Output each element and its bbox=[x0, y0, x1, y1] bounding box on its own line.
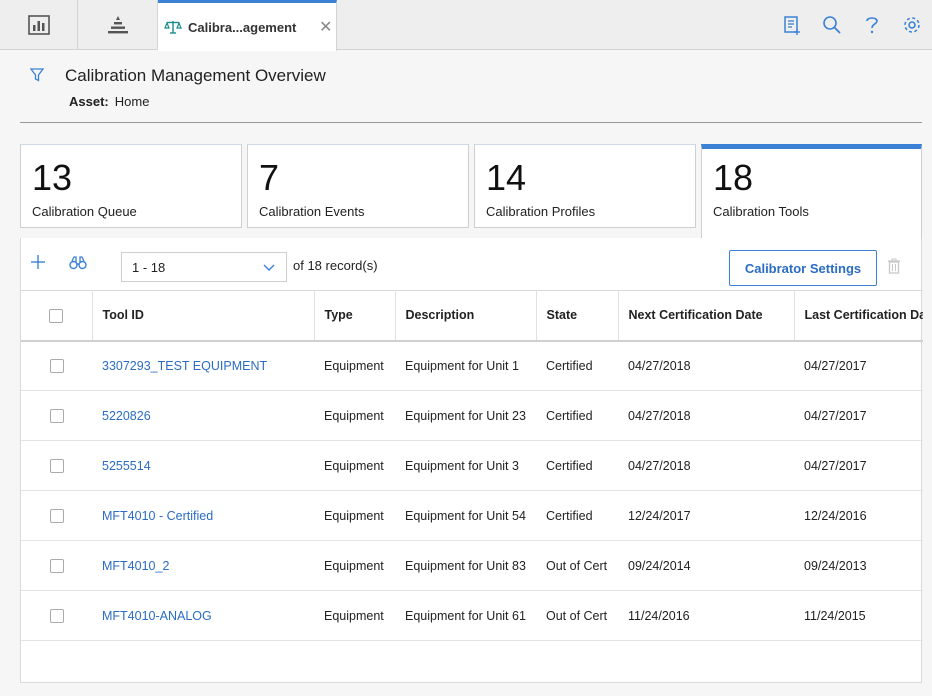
dashboard-tab[interactable] bbox=[0, 0, 78, 50]
state-cell: Out of Cert bbox=[536, 590, 618, 641]
state-cell: Certified bbox=[536, 390, 618, 441]
tool-id-link[interactable]: MFT4010_2 bbox=[102, 559, 169, 573]
col-last-cert-date[interactable]: Last Certification Da bbox=[794, 290, 923, 342]
col-next-cert-date[interactable]: Next Certification Date bbox=[618, 290, 795, 342]
gear-icon[interactable] bbox=[902, 15, 922, 35]
type-cell: Equipment bbox=[314, 590, 395, 641]
asset-value[interactable]: Home bbox=[115, 94, 150, 109]
state-cell: Certified bbox=[536, 490, 618, 541]
description-cell: Equipment for Unit 61 bbox=[395, 590, 536, 641]
calibration-tools-table: Tool ID Type Description State Next Cert… bbox=[21, 290, 923, 658]
select-all-cell bbox=[21, 290, 93, 342]
scale-icon bbox=[164, 21, 182, 34]
next-cert-cell: 04/27/2018 bbox=[618, 340, 794, 391]
description-cell: Equipment for Unit 3 bbox=[395, 440, 536, 491]
card-label: Calibration Queue bbox=[32, 204, 137, 219]
table-row: 5220826 Equipment Equipment for Unit 23 … bbox=[21, 390, 923, 441]
table-row: 5255514 Equipment Equipment for Unit 3 C… bbox=[21, 440, 923, 491]
col-description[interactable]: Description bbox=[395, 290, 537, 342]
card-calibration-profiles[interactable]: 14 Calibration Profiles bbox=[474, 144, 696, 228]
card-calibration-events[interactable]: 7 Calibration Events bbox=[247, 144, 469, 228]
asset-hierarchy-tab[interactable] bbox=[78, 0, 158, 50]
table-header-row: Tool ID Type Description State Next Cert… bbox=[21, 290, 923, 342]
last-cert-cell: 04/27/2017 bbox=[794, 440, 923, 491]
card-count: 18 bbox=[713, 157, 754, 198]
page-title: Calibration Management Overview bbox=[65, 66, 326, 85]
table-row: MFT4010 - Certified Equipment Equipment … bbox=[21, 490, 923, 541]
page-header: Calibration Management Overview Asset: Ho… bbox=[20, 60, 922, 123]
table-row: 3307293_TEST EQUIPMENT Equipment Equipme… bbox=[21, 340, 923, 391]
description-cell: Equipment for Unit 23 bbox=[395, 390, 536, 441]
col-tool-id[interactable]: Tool ID bbox=[92, 290, 315, 342]
card-calibration-queue[interactable]: 13 Calibration Queue bbox=[20, 144, 242, 228]
filter-icon[interactable] bbox=[30, 68, 44, 82]
state-cell: Certified bbox=[536, 440, 618, 491]
description-cell: Equipment for Unit 1 bbox=[395, 340, 536, 391]
type-cell: Equipment bbox=[314, 440, 395, 491]
close-icon[interactable]: ✕ bbox=[319, 17, 332, 37]
table-row: MFT4010-ANALOG Equipment Equipment for U… bbox=[21, 590, 923, 641]
state-cell: Out of Cert bbox=[536, 540, 618, 591]
grid-viewport: Tool ID Type Description State Next Cert… bbox=[21, 238, 923, 658]
dashboard-icon bbox=[27, 15, 50, 35]
type-cell: Equipment bbox=[314, 540, 395, 591]
card-label: Calibration Tools bbox=[713, 204, 809, 219]
row-checkbox[interactable] bbox=[49, 608, 64, 623]
tool-id-link[interactable]: 3307293_TEST EQUIPMENT bbox=[102, 359, 267, 373]
tool-id-link[interactable]: 5220826 bbox=[102, 409, 151, 423]
card-label: Calibration Profiles bbox=[486, 204, 596, 219]
asset-label: Asset: bbox=[69, 94, 109, 109]
table-row: MFT4010_2 Equipment Equipment for Unit 8… bbox=[21, 540, 923, 591]
card-label: Calibration Events bbox=[259, 204, 365, 219]
top-tab-bar: Calibra...agement ✕ bbox=[0, 0, 932, 51]
next-cert-cell: 11/24/2016 bbox=[618, 590, 794, 641]
calibration-tools-panel: 1 - 18 of 18 record(s) Calibrator Settin… bbox=[20, 238, 923, 683]
type-cell: Equipment bbox=[314, 390, 395, 441]
last-cert-cell: 09/24/2013 bbox=[794, 540, 923, 591]
type-cell: Equipment bbox=[314, 340, 395, 391]
card-count: 7 bbox=[259, 157, 280, 198]
col-state[interactable]: State bbox=[536, 290, 619, 342]
last-cert-cell: 11/24/2015 bbox=[794, 590, 923, 641]
row-checkbox[interactable] bbox=[49, 558, 64, 573]
type-cell: Equipment bbox=[314, 490, 395, 541]
next-cert-cell: 12/24/2017 bbox=[618, 490, 794, 541]
card-count: 13 bbox=[32, 157, 73, 198]
card-calibration-tools[interactable]: 18 Calibration Tools bbox=[701, 144, 922, 239]
tab-calibration-management[interactable]: Calibra...agement ✕ bbox=[158, 0, 337, 51]
last-cert-cell: 04/27/2017 bbox=[794, 390, 923, 441]
card-count: 14 bbox=[486, 157, 527, 198]
row-checkbox[interactable] bbox=[49, 408, 64, 423]
tool-id-link[interactable]: MFT4010-ANALOG bbox=[102, 609, 212, 623]
select-all-checkbox[interactable] bbox=[49, 308, 64, 323]
table-row-partial bbox=[21, 640, 923, 658]
row-checkbox[interactable] bbox=[49, 458, 64, 473]
description-cell: Equipment for Unit 83 bbox=[395, 540, 536, 591]
description-cell: Equipment for Unit 54 bbox=[395, 490, 536, 541]
tool-id-link[interactable]: 5255514 bbox=[102, 459, 151, 473]
next-cert-cell: 04/27/2018 bbox=[618, 440, 794, 491]
last-cert-cell: 04/27/2017 bbox=[794, 340, 923, 391]
tab-label: Calibra...agement bbox=[188, 19, 297, 35]
asset-hierarchy-icon bbox=[107, 16, 128, 34]
help-icon[interactable] bbox=[862, 15, 882, 35]
row-checkbox[interactable] bbox=[49, 359, 64, 374]
state-cell: Certified bbox=[536, 340, 618, 391]
tool-id-link[interactable]: MFT4010 - Certified bbox=[102, 509, 213, 523]
col-type[interactable]: Type bbox=[314, 290, 396, 342]
last-cert-cell: 12/24/2016 bbox=[794, 490, 923, 541]
next-cert-cell: 04/27/2018 bbox=[618, 390, 794, 441]
row-checkbox[interactable] bbox=[49, 508, 64, 523]
new-document-icon[interactable] bbox=[782, 15, 802, 35]
search-icon[interactable] bbox=[822, 15, 842, 35]
asset-context: Asset: Home bbox=[69, 94, 149, 109]
next-cert-cell: 09/24/2014 bbox=[618, 540, 794, 591]
